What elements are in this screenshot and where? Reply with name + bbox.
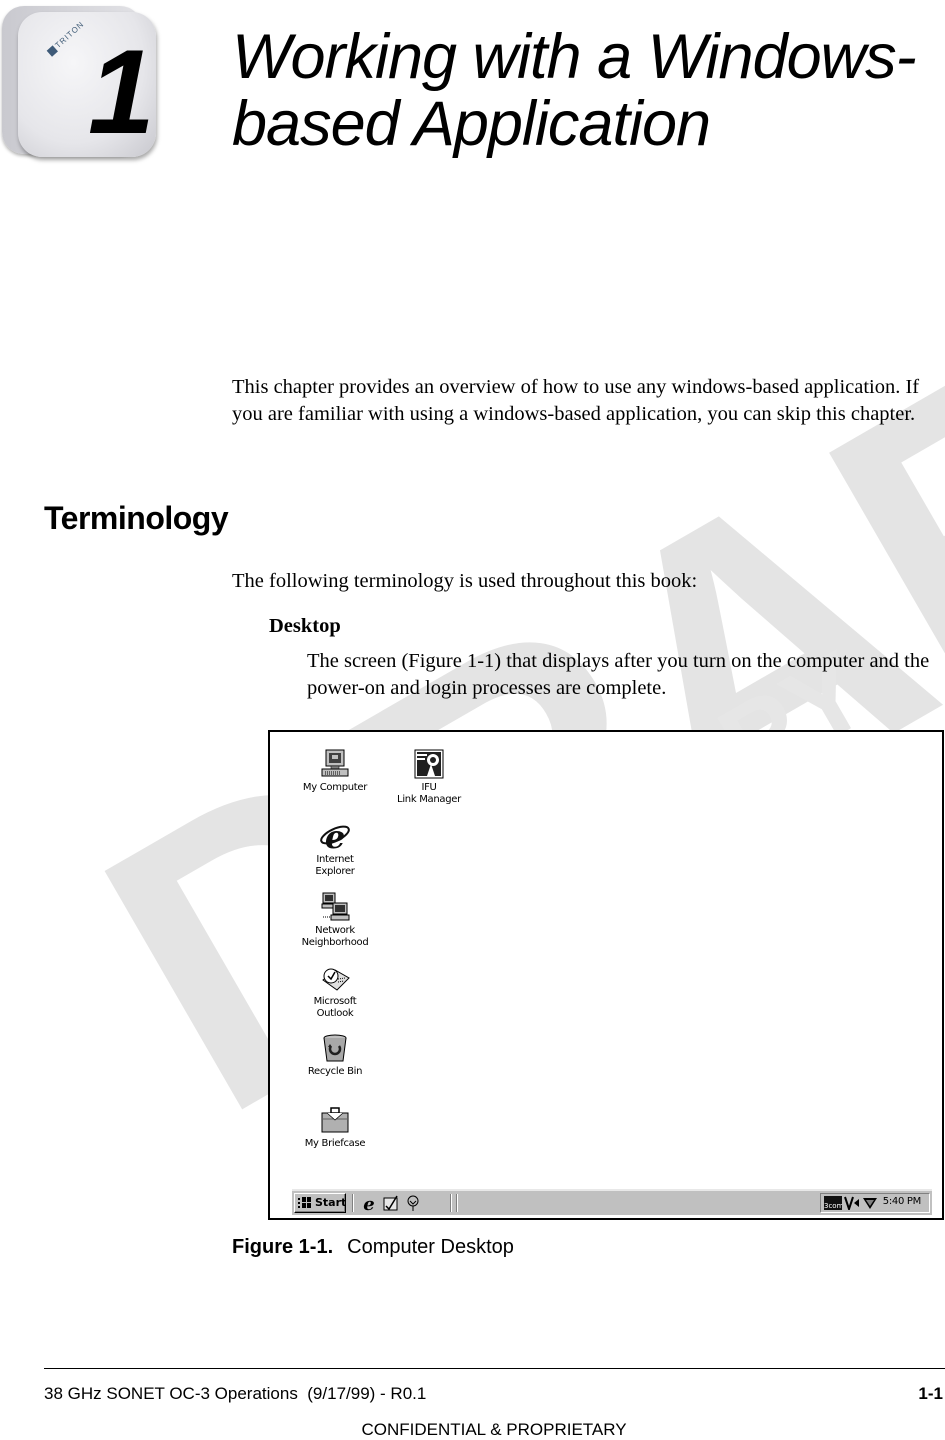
svg-text:e: e <box>363 1194 374 1212</box>
desktop-icon-ifu-link-manager[interactable]: IFU Link Manager <box>384 748 474 806</box>
desktop-icon-recycle-bin[interactable]: Recycle Bin <box>290 1032 380 1078</box>
triton-logo: TRITON <box>46 19 86 57</box>
my-computer-icon <box>319 748 351 780</box>
network-neighborhood-icon <box>319 891 351 923</box>
taskbar-separator <box>352 1194 354 1212</box>
triton-logo-text: TRITON <box>53 19 86 50</box>
desktop-icon-network-neighborhood[interactable]: Network Neighborhood <box>290 891 380 949</box>
desktop-icon-microsoft-outlook[interactable]: Microsoft Outlook <box>290 962 380 1020</box>
desktop-icon-my-computer[interactable]: My Computer <box>290 748 380 794</box>
desktop-icon-label: Recycle Bin <box>307 1066 363 1077</box>
windows-logo-icon <box>298 1197 311 1208</box>
recycle-bin-icon <box>319 1032 351 1064</box>
desktop-icon-internet-explorer[interactable]: e Internet Explorer <box>290 818 380 878</box>
term-desktop: Desktop <box>269 615 341 637</box>
intro-paragraph: This chapter provides an overview of how… <box>232 376 920 425</box>
internet-explorer-icon: e <box>319 818 351 856</box>
svg-text:e: e <box>325 820 345 852</box>
terminology-intro: The following terminology is used throug… <box>232 570 698 592</box>
start-label: Start <box>315 1196 347 1209</box>
quicklaunch-internet-explorer-icon[interactable]: e <box>360 1194 378 1212</box>
chapter-badge: TRITON 1 <box>0 2 158 160</box>
my-briefcase-icon <box>319 1104 351 1136</box>
volume-icon[interactable] <box>844 1196 860 1210</box>
desktop-icon-label: Internet Explorer <box>315 854 355 877</box>
watermark: DRAFT COPY <box>0 0 945 1439</box>
chapter-title-line1: Working with a Windows- <box>232 22 917 92</box>
quicklaunch-channels-icon[interactable] <box>404 1194 422 1212</box>
badge-front: TRITON 1 <box>18 12 156 157</box>
clock[interactable]: 5:40 PM <box>883 1196 922 1207</box>
desktop-icon-label: My Briefcase <box>304 1138 366 1149</box>
taskbar: Start e 3com 5:40 PM <box>292 1189 932 1215</box>
footer-document-title: 38 GHz SONET OC-3 Operations (9/17/99) -… <box>44 1384 427 1403</box>
footer-divider <box>44 1368 945 1369</box>
system-tray: 3com 5:40 PM <box>820 1193 930 1213</box>
desktop-icon-label: IFU Link Manager <box>397 782 461 805</box>
microsoft-outlook-icon <box>319 962 351 994</box>
3com-label: 3com <box>824 1202 842 1210</box>
3com-icon[interactable]: 3com <box>824 1196 842 1210</box>
desktop-icon-label: My Computer <box>302 782 368 793</box>
desktop-icon-my-briefcase[interactable]: My Briefcase <box>290 1104 380 1150</box>
chapter-number: 1 <box>88 25 155 159</box>
start-button[interactable]: Start <box>294 1193 346 1213</box>
figure-caption-text: Computer Desktop <box>347 1236 514 1258</box>
network-icon[interactable] <box>862 1196 878 1210</box>
desktop-figure: My Computer IFU Link Manager e Internet … <box>268 730 944 1220</box>
page-number: 1-1 <box>918 1384 943 1403</box>
confidential-notice: CONFIDENTIAL & PROPRIETARY <box>361 1420 627 1439</box>
section-heading: Terminology <box>44 500 229 536</box>
figure-label: Figure 1-1. <box>232 1236 334 1258</box>
figure-caption: Figure 1-1. Computer Desktop <box>232 1236 514 1259</box>
taskbar-grip[interactable] <box>456 1194 458 1212</box>
desktop-icon-label: Microsoft Outlook <box>313 996 357 1019</box>
chapter-title-line2: based Application <box>232 89 711 159</box>
quicklaunch-outlook-express-icon[interactable] <box>382 1194 400 1212</box>
chapter-title: Working with a Windows- based Applicatio… <box>232 22 917 159</box>
taskbar-separator <box>450 1194 452 1212</box>
desktop-icon-label: Network Neighborhood <box>301 925 369 948</box>
term-desktop-definition: The screen (Figure 1-1) that displays af… <box>307 650 930 699</box>
ifu-link-manager-icon <box>413 748 445 780</box>
